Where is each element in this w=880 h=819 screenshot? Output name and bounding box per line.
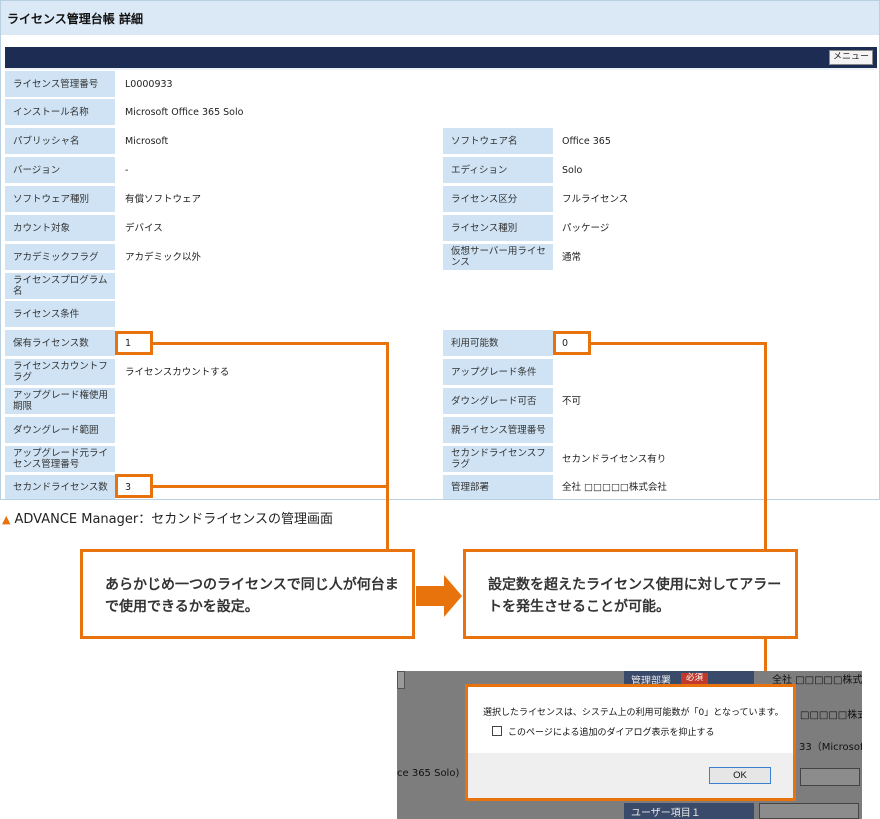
menu-button[interactable]: メニュー xyxy=(829,50,873,65)
label-install-name: インストール名称 xyxy=(5,99,115,125)
label-edition: エディション xyxy=(443,157,553,183)
connector-line xyxy=(764,342,767,551)
arrow-right-icon xyxy=(416,575,462,617)
bg-input-edge xyxy=(397,671,405,689)
value-upgrade-expiry xyxy=(117,388,437,414)
bg-text: 33（Microsoft xyxy=(799,742,862,753)
label-virtual-server: 仮想サーバー用ライセンス xyxy=(443,244,553,270)
label-upgrade-source: アップグレード元ライセンス管理番号 xyxy=(5,446,115,472)
license-detail-panel: ライセンス管理台帳 詳細 メニュー ライセンス管理番号 L0000933 インス… xyxy=(0,0,880,500)
value-upgrade-source xyxy=(117,446,437,472)
label-license-program: ライセンスプログラム名 xyxy=(5,273,115,299)
value-install-name: Microsoft Office 365 Solo xyxy=(125,106,244,118)
caption-marker: ▲ xyxy=(2,513,11,526)
label-license-category: ライセンス区分 xyxy=(443,186,553,212)
bg-user-item: ユーザー項目１ xyxy=(631,808,701,819)
connector-line xyxy=(386,342,389,551)
value-license-category: フルライセンス xyxy=(562,193,629,205)
bg-text: ce 365 Solo) xyxy=(397,768,460,779)
label-parent-license: 親ライセンス管理番号 xyxy=(443,417,553,443)
value-second-license-flag: セカンドライセンス有り xyxy=(562,453,667,465)
value-virtual-server: 通常 xyxy=(562,251,582,263)
highlight-owned-licenses xyxy=(115,331,153,355)
label-downgrade-range: ダウングレード範囲 xyxy=(5,417,115,443)
label-count-target: カウント対象 xyxy=(5,215,115,241)
value-license-number: L0000933 xyxy=(125,78,173,90)
value-parent-license xyxy=(554,417,874,443)
value-upgrade-condition xyxy=(554,359,874,385)
ok-button[interactable]: OK xyxy=(709,767,771,784)
suppress-checkbox[interactable] xyxy=(492,726,502,736)
bg-text: □□□□□株式 xyxy=(800,710,862,721)
value-software-name: Office 365 xyxy=(562,135,611,147)
callout-left: あらかじめ一つのライセンスで同じ人が何台まで使用できるかを設定。 xyxy=(80,549,415,639)
value-license-program xyxy=(117,273,437,299)
figure-caption: ▲ ADVANCE Manager：セカンドライセンスの管理画面 xyxy=(2,508,333,527)
header-bar xyxy=(5,47,877,68)
label-upgrade-condition: アップグレード条件 xyxy=(443,359,553,385)
label-license-type: ライセンス種別 xyxy=(443,215,553,241)
value-version: - xyxy=(125,164,129,176)
value-edition: Solo xyxy=(562,164,583,176)
label-available-count: 利用可能数 xyxy=(443,330,553,356)
label-department: 管理部署 xyxy=(443,475,553,499)
connector-line xyxy=(591,342,767,345)
callout-right-text: 設定数を超えたライセンス使用に対してアラートを発生させることが可能。 xyxy=(488,577,782,615)
value-license-count-flag: ライセンスカウントする xyxy=(125,366,230,378)
highlight-available-count xyxy=(553,331,591,355)
value-count-target: デバイス xyxy=(125,222,163,234)
label-owned-licenses: 保有ライセンス数 xyxy=(5,330,115,356)
highlight-second-license-count xyxy=(115,474,153,498)
label-upgrade-expiry: アップグレード権使用期限 xyxy=(5,388,115,414)
callout-left-text: あらかじめ一つのライセンスで同じ人が何台まで使用できるかを設定。 xyxy=(105,577,399,615)
label-academic-flag: アカデミックフラグ xyxy=(5,244,115,270)
value-academic-flag: アカデミック以外 xyxy=(125,251,202,263)
connector-line xyxy=(153,342,389,345)
alert-dialog: 選択したライセンスは、システム上の利用可能数が「0」となっています。 このページ… xyxy=(465,684,796,801)
label-license-count-flag: ライセンスカウントフラグ xyxy=(5,359,115,385)
suppress-checkbox-label: このページによる追加のダイアログ表示を抑止する xyxy=(508,728,715,738)
label-second-license-flag: セカンドライセンスフラグ xyxy=(443,446,553,472)
caption-text: ADVANCE Manager：セカンドライセンスの管理画面 xyxy=(14,512,333,527)
bg-input xyxy=(759,803,859,819)
callout-right: 設定数を超えたライセンス使用に対してアラートを発生させることが可能。 xyxy=(463,549,798,639)
dialog-message: 選択したライセンスは、システム上の利用可能数が「0」となっています。 xyxy=(483,708,784,718)
value-publisher: Microsoft xyxy=(125,135,169,147)
connector-line xyxy=(153,485,389,488)
label-license-condition: ライセンス条件 xyxy=(5,301,115,327)
value-downgrade-range xyxy=(117,417,437,443)
label-software-name: ソフトウェア名 xyxy=(443,128,553,154)
value-license-type: パッケージ xyxy=(562,222,610,234)
label-license-number: ライセンス管理番号 xyxy=(5,71,115,97)
value-license-condition xyxy=(117,301,437,327)
label-version: バージョン xyxy=(5,157,115,183)
value-downgrade-allowed: 不可 xyxy=(562,395,582,407)
bg-input xyxy=(800,768,860,786)
dialog-footer: OK xyxy=(468,753,793,798)
label-software-type: ソフトウェア種別 xyxy=(5,186,115,212)
label-publisher: パブリッシャ名 xyxy=(5,128,115,154)
required-badge: 必須 xyxy=(681,673,709,684)
page-title: ライセンス管理台帳 詳細 xyxy=(1,1,879,35)
label-second-license-count: セカンドライセンス数 xyxy=(5,475,115,499)
value-software-type: 有償ソフトウェア xyxy=(125,193,202,205)
header-strip xyxy=(5,68,877,70)
label-downgrade-allowed: ダウングレード可否 xyxy=(443,388,553,414)
value-department: 全社 □□□□□株式会社 xyxy=(562,481,667,493)
